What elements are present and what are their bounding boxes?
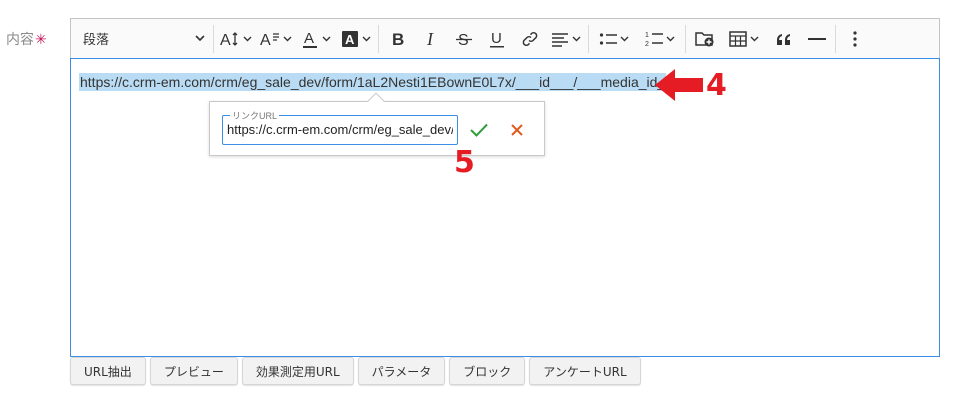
table-button[interactable] <box>721 24 767 54</box>
bold-button[interactable]: B <box>381 24 414 54</box>
link-cancel-button[interactable] <box>503 116 531 144</box>
svg-text:2: 2 <box>645 41 649 48</box>
more-icon <box>852 30 857 47</box>
bulleted-list-icon <box>599 32 617 45</box>
more-items-button[interactable] <box>838 24 871 54</box>
link-button[interactable] <box>513 24 546 54</box>
editor-toolbar: 段落 A A A A B I S U 1 2 <box>70 18 940 58</box>
svg-text:I: I <box>426 31 434 47</box>
strikethrough-button[interactable]: S <box>447 24 480 54</box>
preview-button[interactable]: プレビュー <box>149 357 238 385</box>
chevron-down-icon <box>243 36 252 41</box>
selected-link-text[interactable]: https://c.crm-em.com/crm/eg_sale_dev/for… <box>79 73 667 91</box>
svg-text:B: B <box>392 31 404 47</box>
required-mark: ✳ <box>35 31 47 47</box>
chevron-down-icon <box>666 36 675 41</box>
toolbar-divider <box>378 24 379 53</box>
align-icon <box>552 32 568 47</box>
font-size-button[interactable]: A <box>216 24 256 54</box>
link-url-input[interactable] <box>227 122 453 137</box>
table-icon <box>729 30 747 47</box>
insert-file-icon <box>694 31 713 46</box>
svg-text:A: A <box>260 32 271 48</box>
italic-button[interactable]: I <box>414 24 447 54</box>
numbered-list-button[interactable]: 12 <box>637 24 683 54</box>
font-background-color-button[interactable]: A <box>336 24 376 54</box>
heading-select[interactable]: 段落 <box>71 24 211 54</box>
svg-text:A: A <box>220 32 231 48</box>
blockquote-icon <box>776 33 790 45</box>
balloon-pointer <box>367 92 385 110</box>
chevron-down-icon <box>620 36 629 41</box>
svg-text:A: A <box>304 30 314 47</box>
editor-content[interactable]: https://c.crm-em.com/crm/eg_sale_dev/for… <box>70 58 940 357</box>
svg-text:A: A <box>345 32 355 47</box>
annotation-label-5: 5 <box>454 145 475 180</box>
close-icon <box>511 124 523 136</box>
chevron-down-icon <box>572 36 581 41</box>
strikethrough-icon: S <box>455 32 472 47</box>
annotation-arrow-icon <box>655 69 703 101</box>
chevron-down-icon <box>750 36 759 41</box>
action-button-row: URL抽出 プレビュー 効果測定用URL パラメータ ブロック アンケートURL <box>70 357 645 385</box>
font-color-button[interactable]: A <box>296 24 336 54</box>
chevron-down-icon <box>362 36 371 41</box>
link-icon <box>522 31 537 46</box>
toolbar-divider <box>685 24 686 53</box>
heading-select-value: 段落 <box>83 32 110 47</box>
font-family-icon: A <box>260 32 279 48</box>
svg-text:U: U <box>491 30 502 47</box>
toolbar-divider <box>588 24 589 53</box>
font-background-color-icon: A <box>342 30 358 47</box>
chevron-down-icon <box>283 36 292 41</box>
url-extract-button[interactable]: URL抽出 <box>70 357 146 385</box>
rich-text-editor: 段落 A A A A B I S U 1 2 https://c.crm-em.… <box>70 18 940 357</box>
checkmark-icon <box>470 123 488 137</box>
block-button[interactable]: ブロック <box>449 357 526 385</box>
underline-icon: U <box>489 30 504 47</box>
blockquote-button[interactable] <box>767 24 800 54</box>
underline-button[interactable]: U <box>480 24 513 54</box>
numbered-list-icon: 12 <box>645 32 663 48</box>
chevron-down-icon <box>322 36 331 41</box>
link-url-legend: リンクURL <box>230 109 280 122</box>
horizontal-line-button[interactable] <box>800 24 833 54</box>
font-family-button[interactable]: A <box>256 24 296 54</box>
italic-icon: I <box>426 31 434 47</box>
link-url-balloon: リンクURL <box>209 92 545 156</box>
font-color-icon: A <box>303 30 317 48</box>
chevron-down-icon <box>195 35 205 42</box>
link-url-field: リンクURL <box>222 109 458 145</box>
parameter-button[interactable]: パラメータ <box>357 357 446 385</box>
annotation-label-4: 4 <box>706 68 727 103</box>
toolbar-divider <box>213 24 214 53</box>
svg-text:1: 1 <box>645 32 649 39</box>
toolbar-divider <box>835 24 836 53</box>
survey-url-button[interactable]: アンケートURL <box>529 357 641 385</box>
insert-file-button[interactable] <box>688 24 721 54</box>
bold-icon: B <box>392 31 404 47</box>
bulleted-list-button[interactable] <box>591 24 637 54</box>
link-save-button[interactable] <box>465 116 493 144</box>
horizontal-line-icon <box>807 37 826 40</box>
align-button[interactable] <box>546 24 586 54</box>
font-size-icon: A <box>220 32 238 48</box>
tracking-url-button[interactable]: 効果測定用URL <box>241 357 354 385</box>
content-field-label: 内容✳ <box>6 31 47 47</box>
